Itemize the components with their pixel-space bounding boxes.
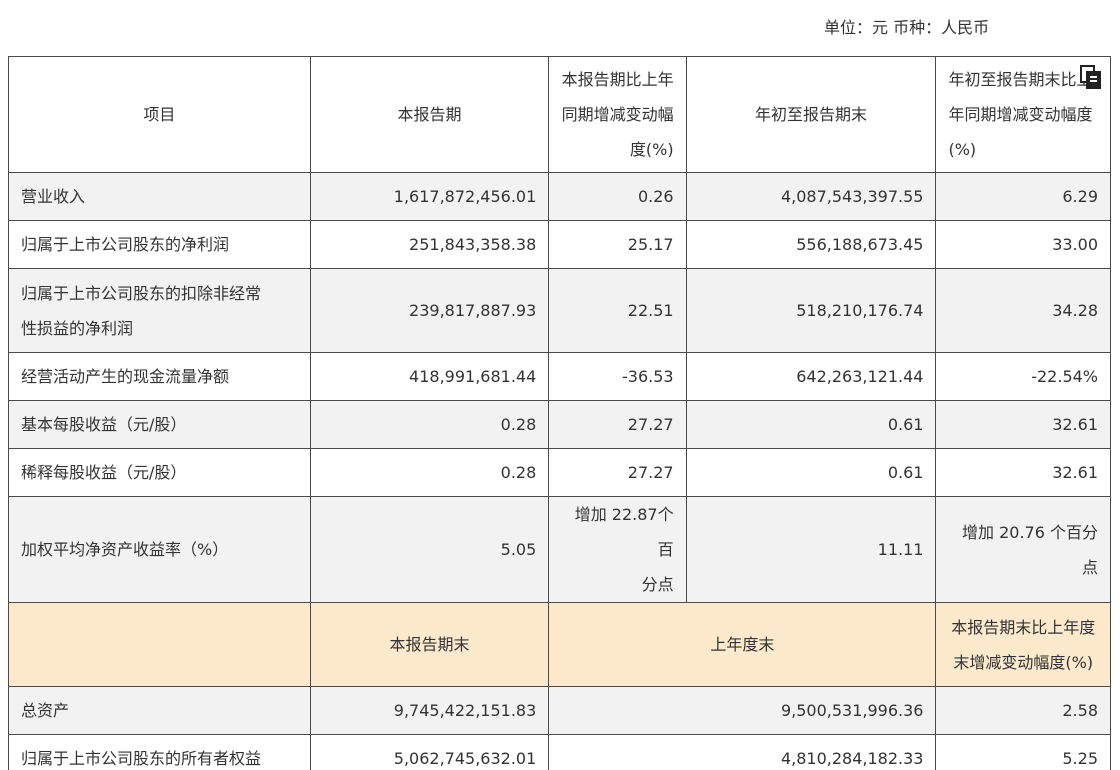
table-row: 经营活动产生的现金流量净额 418,991,681.44 -36.53 642,… — [8, 352, 1111, 401]
row-ytd: 4,087,543,397.55 — [685, 172, 937, 221]
row-name: 归属于上市公司股东的所有者权益 — [8, 734, 311, 770]
row-current-change: 27.27 — [548, 448, 687, 497]
row-ytd-change: 增加 20.76 个百分点 — [935, 496, 1111, 603]
row-last-year-end: 9,500,531,996.36 — [548, 686, 937, 735]
table-row: 营业收入 1,617,872,456.01 0.26 4,087,543,397… — [8, 172, 1111, 221]
row-last-year-end: 4,810,284,182.33 — [548, 734, 937, 770]
table-row: 基本每股收益（元/股） 0.28 27.27 0.61 32.61 — [8, 400, 1111, 449]
balance-header-row: 本报告期末 上年度末 本报告期末比上年度 末增减变动幅度(%) — [8, 602, 1111, 687]
row-current-change: 0.26 — [548, 172, 687, 221]
unit-currency-note: 单位：元 币种：人民币 — [824, 18, 990, 37]
row-current: 1,617,872,456.01 — [309, 172, 550, 221]
balance-header-item — [8, 602, 311, 687]
row-name: 稀释每股收益（元/股） — [8, 448, 311, 497]
row-current: 251,843,358.38 — [309, 220, 550, 269]
table-row: 归属于上市公司股东的扣除非经常 性损益的净利润 239,817,887.93 2… — [8, 268, 1111, 353]
row-period-end: 5,062,745,632.01 — [309, 734, 550, 770]
row-current-change: 25.17 — [548, 220, 687, 269]
table-row: 稀释每股收益（元/股） 0.28 27.27 0.61 32.61 — [8, 448, 1111, 497]
copy-icon[interactable] — [1080, 65, 1102, 89]
row-ytd: 11.11 — [685, 496, 937, 603]
row-ytd: 556,188,673.45 — [685, 220, 937, 269]
table-row: 归属于上市公司股东的所有者权益 5,062,745,632.01 4,810,2… — [8, 734, 1111, 770]
row-current: 418,991,681.44 — [309, 352, 550, 401]
row-change: 2.58 — [935, 686, 1111, 735]
page: 单位：元 币种：人民币 项目 本报告期 本报告期比上年 同期增减变动幅 度(%)… — [0, 0, 1120, 770]
row-ytd-change: -22.54% — [935, 352, 1111, 401]
row-name: 归属于上市公司股东的扣除非经常 性损益的净利润 — [8, 268, 311, 353]
row-ytd: 642,263,121.44 — [685, 352, 937, 401]
row-current: 239,817,887.93 — [309, 268, 550, 353]
table-row: 总资产 9,745,422,151.83 9,500,531,996.36 2.… — [8, 686, 1111, 735]
row-name: 归属于上市公司股东的净利润 — [8, 220, 311, 269]
balance-header-change: 本报告期末比上年度 末增减变动幅度(%) — [935, 602, 1111, 687]
row-name: 营业收入 — [8, 172, 311, 221]
row-ytd-change: 32.61 — [935, 400, 1111, 449]
row-current-change: 22.51 — [548, 268, 687, 353]
row-name: 加权平均净资产收益率（%） — [8, 496, 311, 603]
header-ytd-change: 年初至报告期末比上 年同期增减变动幅度 (%) — [935, 56, 1111, 173]
balance-header-last-year-end: 上年度末 — [548, 602, 937, 687]
balance-header-period-end: 本报告期末 — [309, 602, 550, 687]
row-name: 总资产 — [8, 686, 311, 735]
row-current-change: 增加 22.87个百 分点 — [548, 496, 687, 603]
table-row: 归属于上市公司股东的净利润 251,843,358.38 25.17 556,1… — [8, 220, 1111, 269]
row-current-change: 27.27 — [548, 400, 687, 449]
header-current-period: 本报告期 — [309, 56, 550, 173]
row-ytd: 518,210,176.74 — [685, 268, 937, 353]
row-ytd-change: 6.29 — [935, 172, 1111, 221]
table-header-row: 项目 本报告期 本报告期比上年 同期增减变动幅 度(%) 年初至报告期末 年初至… — [8, 56, 1111, 173]
row-ytd: 0.61 — [685, 400, 937, 449]
row-current: 5.05 — [309, 496, 550, 603]
row-change: 5.25 — [935, 734, 1111, 770]
row-ytd-change: 32.61 — [935, 448, 1111, 497]
row-period-end: 9,745,422,151.83 — [309, 686, 550, 735]
row-current: 0.28 — [309, 400, 550, 449]
row-name: 基本每股收益（元/股） — [8, 400, 311, 449]
row-current-change: -36.53 — [548, 352, 687, 401]
row-ytd: 0.61 — [685, 448, 937, 497]
header-item: 项目 — [8, 56, 311, 173]
row-name: 经营活动产生的现金流量净额 — [8, 352, 311, 401]
row-current: 0.28 — [309, 448, 550, 497]
header-current-change: 本报告期比上年 同期增减变动幅 度(%) — [548, 56, 687, 173]
row-ytd-change: 34.28 — [935, 268, 1111, 353]
table-row: 加权平均净资产收益率（%） 5.05 增加 22.87个百 分点 11.11 增… — [8, 496, 1111, 603]
row-ytd-change: 33.00 — [935, 220, 1111, 269]
header-ytd: 年初至报告期末 — [685, 56, 937, 173]
financial-data-table: 项目 本报告期 本报告期比上年 同期增减变动幅 度(%) 年初至报告期末 年初至… — [8, 56, 1111, 770]
